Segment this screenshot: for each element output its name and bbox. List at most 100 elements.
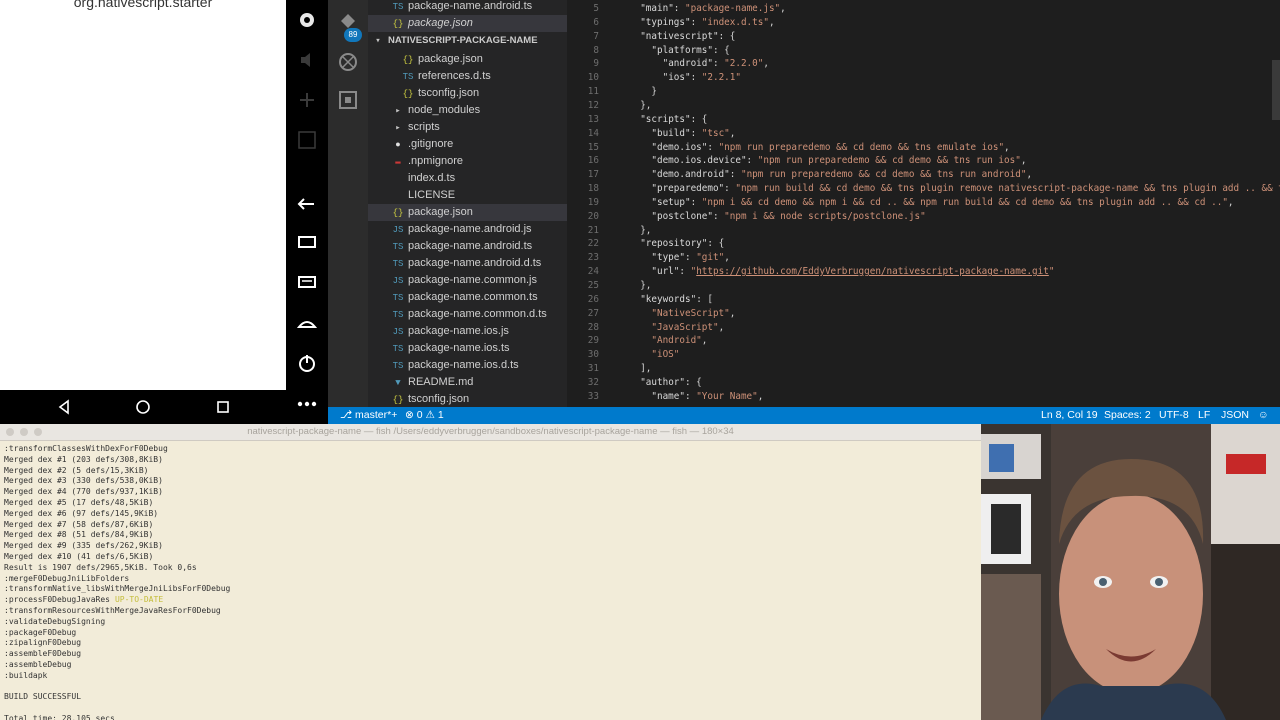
terminal-text: :validateDebugSigning bbox=[4, 616, 106, 626]
line-ending[interactable]: LF bbox=[1198, 407, 1210, 424]
explorer-item[interactable]: TS package-name.common.d.ts bbox=[368, 306, 567, 323]
code-token: "iOS" bbox=[651, 349, 680, 361]
power-icon[interactable] bbox=[286, 343, 328, 383]
overview-icon[interactable] bbox=[286, 222, 328, 262]
back-icon[interactable] bbox=[51, 394, 77, 420]
explorer-item[interactable]: {} package.json bbox=[368, 204, 567, 221]
explorer-item[interactable]: LICENSE bbox=[368, 187, 567, 204]
code-token: "2.2.1" bbox=[701, 72, 741, 84]
explorer-item[interactable]: ● .gitignore bbox=[368, 136, 567, 153]
explorer-item[interactable]: ▬ .npmignore bbox=[368, 153, 567, 170]
back-icon[interactable] bbox=[286, 182, 328, 222]
menu-icon[interactable] bbox=[286, 262, 328, 302]
explorer-item[interactable]: TS references.d.ts bbox=[368, 68, 567, 85]
explorer-item-label: package-name.android.ts bbox=[408, 0, 533, 12]
code-token[interactable]: https://github.com/EddyVerbruggen/native… bbox=[696, 266, 1049, 277]
code-token: "repository" bbox=[640, 238, 708, 250]
line-number: 20 bbox=[587, 210, 599, 222]
explorer-item[interactable]: {} package.json bbox=[368, 15, 567, 32]
debug-icon[interactable] bbox=[328, 42, 368, 82]
encoding[interactable]: UTF-8 bbox=[1159, 407, 1189, 424]
md-file-icon: ▼ bbox=[395, 378, 401, 388]
home-icon[interactable] bbox=[130, 394, 156, 420]
extensions-icon[interactable] bbox=[328, 80, 368, 120]
terminal-output[interactable]: :transformClassesWithDexForF0Debug Merged… bbox=[0, 441, 981, 720]
line-number: 6 bbox=[593, 16, 599, 28]
rotate-icon[interactable] bbox=[286, 80, 328, 120]
status-bar: ⎇ master*+ ⊗ 0 ⚠ 1 Ln 8, Col 19 Spaces: … bbox=[328, 407, 1280, 424]
explorer-item[interactable]: JS package-name.ios.js bbox=[368, 323, 567, 340]
code-token: "ios" bbox=[662, 72, 691, 84]
terminal-text: Total time: 28.105 secs bbox=[4, 714, 115, 720]
explorer-item[interactable]: TS package-name.android.ts bbox=[368, 238, 567, 255]
error-count: 0 bbox=[416, 409, 423, 421]
terminal-line: Total time: 28.105 secs bbox=[4, 713, 115, 720]
explorer-item-label: package-name.ios.d.ts bbox=[408, 359, 519, 371]
line-number: 12 bbox=[587, 99, 599, 111]
terminal-line: Merged dex #3 (330 defs/538,0KiB) bbox=[4, 475, 163, 486]
terminal-line: Merged dex #8 (51 defs/84,9KiB) bbox=[4, 529, 153, 540]
code-line: 24 "url": "https://github.com/EddyVerbru… bbox=[567, 265, 1280, 279]
chev-file-icon: ▾ bbox=[375, 36, 381, 46]
explorer-item-label: README.md bbox=[408, 376, 474, 388]
code-editor[interactable]: 5 "main": "package-name.js", 6 "typings":… bbox=[567, 0, 1280, 407]
emulator-screen[interactable]: org.nativescript.starter bbox=[0, 0, 286, 390]
json-file-icon: {} bbox=[392, 19, 404, 29]
explorer-item[interactable]: ▸ node_modules bbox=[368, 102, 567, 119]
explorer-item[interactable]: TS package-name.android.d.ts bbox=[368, 255, 567, 272]
branch-indicator[interactable]: ⎇ master*+ bbox=[340, 407, 397, 424]
chev-file-icon: ▸ bbox=[395, 123, 401, 133]
problems-indicator[interactable]: ⊗ 0 ⚠ 1 bbox=[405, 407, 444, 424]
explorer-item[interactable]: JS package-name.android.js bbox=[368, 221, 567, 238]
feedback-icon[interactable]: ☺ bbox=[1258, 407, 1269, 424]
terminal-text: Merged dex #1 (203 defs/308,8KiB) bbox=[4, 454, 163, 464]
explorer-item[interactable]: JS package-name.common.js bbox=[368, 272, 567, 289]
explorer-item[interactable]: {} tsconfig.json bbox=[368, 85, 567, 102]
explorer-item[interactable]: index.d.ts bbox=[368, 170, 567, 187]
language-mode[interactable]: JSON bbox=[1221, 407, 1249, 424]
code-token: "npm run preparedemo && cd demo && tns r… bbox=[740, 169, 1027, 181]
code-line: 26 "keywords": [ bbox=[567, 293, 1280, 307]
explorer-item[interactable]: TS package-name.common.ts bbox=[368, 289, 567, 306]
volume-up-icon[interactable] bbox=[286, 40, 328, 80]
code-token: : bbox=[673, 3, 685, 14]
explorer-item[interactable]: TS package-name.android.ts bbox=[368, 0, 567, 15]
code-line: 13 "scripts": { bbox=[567, 113, 1280, 127]
indentation[interactable]: Spaces: 2 bbox=[1104, 407, 1151, 424]
code-line: 10 "ios": "2.2.1" bbox=[567, 71, 1280, 85]
cursor-position[interactable]: Ln 8, Col 19 bbox=[1041, 407, 1098, 424]
explorer-item[interactable]: {} tsconfig.json bbox=[368, 391, 567, 407]
code-token: "name" bbox=[651, 390, 685, 402]
code-token: , bbox=[763, 58, 769, 70]
explorer-item[interactable]: ▼ README.md bbox=[368, 374, 567, 391]
screenshot-icon[interactable] bbox=[286, 120, 328, 160]
explorer-item[interactable]: ▸ scripts bbox=[368, 119, 567, 136]
explorer-item-label: package-name.common.d.ts bbox=[408, 308, 547, 320]
git-icon[interactable]: 89 bbox=[328, 4, 368, 44]
terminal-text: Merged dex #7 (58 defs/87,6KiB) bbox=[4, 519, 154, 529]
code-token: : bbox=[690, 16, 702, 28]
explorer-item[interactable]: {} package.json bbox=[368, 51, 567, 68]
home-icon[interactable] bbox=[286, 302, 328, 342]
code-token: : bbox=[707, 141, 719, 153]
explorer-item[interactable]: TS package-name.ios.d.ts bbox=[368, 357, 567, 374]
code-token: , bbox=[701, 335, 708, 347]
explorer-folder-header[interactable]: ▾ NATIVESCRIPT-PACKAGE-NAME bbox=[368, 32, 567, 49]
explorer-item[interactable]: TS package-name.ios.ts bbox=[368, 340, 567, 357]
terminal-text: Merged dex #9 (335 defs/262,9KiB) bbox=[4, 541, 163, 551]
terminal-line: :assembleDebug bbox=[4, 659, 71, 670]
code-token: "type" bbox=[651, 252, 685, 264]
code-token: } bbox=[629, 86, 657, 98]
recents-icon[interactable] bbox=[210, 394, 236, 420]
more-icon[interactable] bbox=[286, 384, 328, 424]
code-token: "NativeScript" bbox=[651, 307, 730, 319]
code-line: 6 "typings": "index.d.ts", bbox=[567, 16, 1280, 30]
code-token: "npm run preparedemo && cd demo && tns e… bbox=[718, 141, 1005, 153]
power-icon[interactable] bbox=[286, 0, 328, 40]
